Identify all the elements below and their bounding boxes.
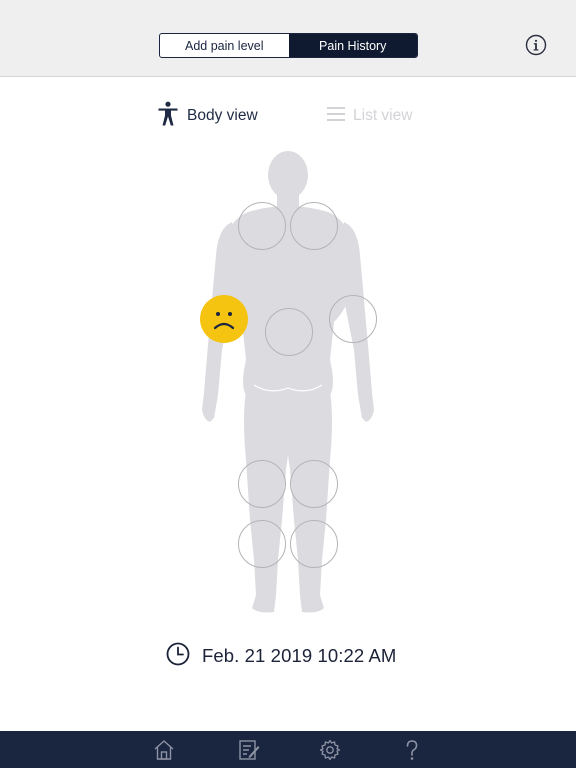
timestamp-text: Feb. 21 2019 10:22 AM — [202, 645, 397, 666]
clock-icon — [166, 642, 190, 671]
add-pain-level-tab[interactable]: Add pain level — [160, 34, 289, 57]
home-icon[interactable] — [152, 738, 176, 762]
app-screen: Add pain level Pain History Body view Li… — [0, 0, 576, 768]
history-timestamp: Feb. 21 2019 10:22 AM — [166, 642, 396, 670]
body-view-toggle[interactable]: Body view — [157, 100, 258, 132]
spot-left-calf[interactable] — [238, 520, 286, 568]
list-view-toggle[interactable]: List view — [327, 100, 412, 132]
spot-left-shoulder[interactable] — [238, 202, 286, 250]
list-view-label: List view — [353, 107, 413, 124]
gear-icon[interactable] — [318, 738, 342, 762]
edit-notes-icon[interactable] — [237, 738, 261, 762]
top-header: Add pain level Pain History — [0, 0, 576, 77]
info-icon[interactable] — [525, 34, 547, 56]
spot-right-elbow[interactable] — [329, 295, 377, 343]
spot-right-thigh[interactable] — [290, 460, 338, 508]
spot-right-shoulder[interactable] — [290, 202, 338, 250]
spot-right-calf[interactable] — [290, 520, 338, 568]
spot-left-thigh[interactable] — [238, 460, 286, 508]
mode-segmented-control: Add pain level Pain History — [159, 33, 418, 58]
spot-lower-back[interactable] — [265, 308, 313, 356]
bottom-tab-bar — [0, 731, 576, 768]
pain-history-tab[interactable]: Pain History — [288, 34, 417, 57]
list-icon — [327, 106, 345, 127]
body-figure-icon — [157, 101, 179, 132]
spot-left-elbow[interactable] — [200, 295, 248, 343]
question-icon[interactable] — [400, 738, 424, 762]
sad-face-icon — [213, 312, 235, 330]
body-view-label: Body view — [187, 107, 258, 124]
